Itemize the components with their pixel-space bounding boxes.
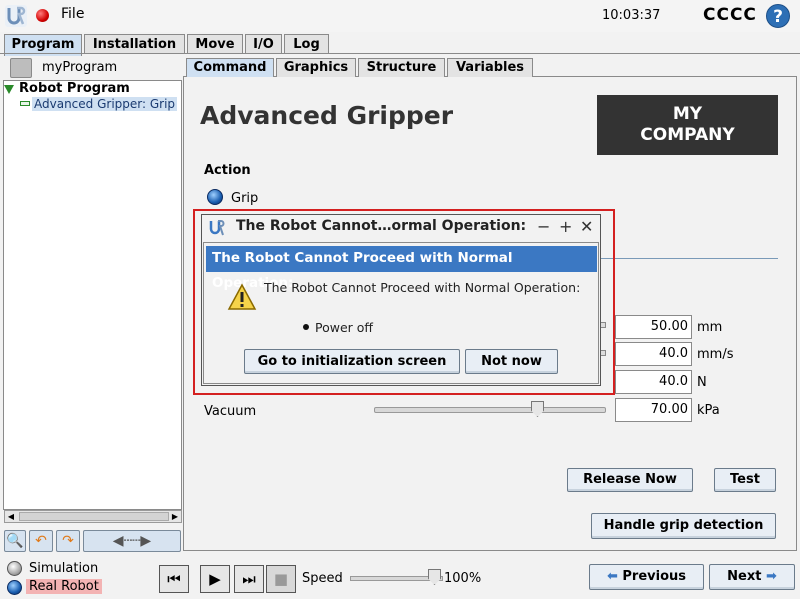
- previous-label: Previous: [622, 569, 687, 584]
- top-bar: [0, 0, 800, 32]
- maximize-icon[interactable]: +: [559, 217, 572, 236]
- undo-icon[interactable]: ↶: [29, 530, 53, 552]
- section-divider: [600, 258, 778, 259]
- tab-graphics[interactable]: Graphics: [276, 58, 356, 77]
- skip-to-start-icon[interactable]: ⏮: [159, 565, 189, 593]
- ur-logo-icon: [209, 220, 225, 236]
- play-icon[interactable]: ▶: [200, 565, 230, 593]
- tab-divider: [0, 53, 800, 54]
- dialog-reason: Power off: [315, 320, 374, 335]
- go-to-initialization-button[interactable]: Go to initialization screen: [244, 349, 460, 374]
- speed-field[interactable]: 40.0: [615, 342, 692, 366]
- action-label: Action: [204, 163, 251, 178]
- search-icon[interactable]: 🔍: [4, 530, 26, 552]
- grip-radio-button[interactable]: [207, 189, 223, 205]
- redo-icon[interactable]: ↷: [56, 530, 80, 552]
- tree-root-robot-program[interactable]: Robot Program: [19, 81, 130, 96]
- width-unit: mm: [697, 320, 723, 335]
- scroll-right-icon[interactable]: ▶: [169, 511, 181, 522]
- vacuum-field[interactable]: 70.00: [615, 398, 692, 422]
- tab-variables[interactable]: Variables: [447, 58, 533, 77]
- simulation-radio-button[interactable]: [7, 561, 22, 576]
- tab-move[interactable]: Move: [187, 34, 243, 54]
- tab-structure[interactable]: Structure: [358, 58, 445, 77]
- robot-name: CCCC: [703, 5, 757, 25]
- next-arrow-icon: ➡: [765, 569, 777, 584]
- bullet-icon: [303, 324, 309, 330]
- company-logo: MY COMPANY: [597, 95, 778, 155]
- release-now-button[interactable]: Release Now: [567, 468, 693, 492]
- company-logo-line1: MY: [672, 104, 703, 124]
- vacuum-unit: kPa: [697, 403, 720, 418]
- force-field[interactable]: 40.0: [615, 370, 692, 394]
- tab-installation[interactable]: Installation: [84, 34, 185, 54]
- tree-item-advanced-gripper[interactable]: Advanced Gripper: Grip: [32, 97, 178, 111]
- handle-grip-detection-button[interactable]: Handle grip detection: [591, 513, 776, 539]
- grip-radio-label: Grip: [231, 191, 259, 206]
- test-button[interactable]: Test: [714, 468, 776, 492]
- step-icon[interactable]: ⏭: [234, 565, 264, 593]
- next-button[interactable]: Next ➡: [709, 564, 795, 590]
- not-now-button[interactable]: Not now: [465, 349, 558, 374]
- warning-icon: [227, 283, 257, 310]
- vacuum-label: Vacuum: [204, 404, 257, 419]
- tab-command[interactable]: Command: [186, 58, 274, 77]
- dialog-message: The Robot Cannot Proceed with Normal Ope…: [264, 280, 581, 295]
- force-unit: N: [697, 375, 707, 390]
- speed-unit: mm/s: [697, 347, 734, 362]
- company-logo-line2: COMPANY: [640, 125, 735, 145]
- help-icon[interactable]: ?: [766, 4, 790, 28]
- clock: 10:03:37: [602, 8, 661, 23]
- tab-io[interactable]: I/O: [245, 34, 282, 54]
- stop-icon[interactable]: ■: [266, 565, 296, 593]
- program-tree[interactable]: [3, 80, 182, 510]
- close-icon[interactable]: ✕: [580, 217, 593, 236]
- dialog-window-title: The Robot Cannot…ormal Operation:: [236, 218, 527, 234]
- program-name: myProgram: [42, 60, 118, 75]
- tree-horizontal-scrollbar[interactable]: ◀ ▶: [4, 510, 182, 523]
- speed-slider-thumb[interactable]: [428, 569, 441, 585]
- real-robot-label: Real Robot: [26, 579, 102, 594]
- previous-arrow-icon: ⬅: [606, 569, 618, 584]
- speed-value: 100%: [444, 571, 482, 586]
- scroll-thumb[interactable]: [19, 512, 169, 521]
- dialog-header: The Robot Cannot Proceed with Normal Ope…: [206, 246, 597, 291]
- program-file-icon: [10, 58, 32, 78]
- tab-log[interactable]: Log: [284, 34, 329, 54]
- width-field[interactable]: 50.00: [615, 315, 692, 339]
- tree-node-icon: [20, 101, 30, 106]
- simulation-label: Simulation: [29, 561, 99, 576]
- previous-button[interactable]: ⬅ Previous: [589, 564, 704, 590]
- scroll-left-icon[interactable]: ◀: [5, 511, 17, 522]
- tree-expand-icon[interactable]: [4, 85, 14, 94]
- ur-logo-icon: [5, 5, 27, 27]
- move-node-arrows-icon[interactable]: ◀┄┄▶: [83, 530, 181, 552]
- page-title: Advanced Gripper: [200, 101, 454, 130]
- speed-label: Speed: [302, 571, 343, 586]
- file-menu[interactable]: File: [61, 6, 84, 22]
- vacuum-slider[interactable]: [374, 407, 606, 413]
- real-robot-radio-button[interactable]: [7, 580, 22, 595]
- next-label: Next: [727, 569, 762, 584]
- minimize-icon[interactable]: −: [537, 217, 550, 236]
- record-indicator-icon: [36, 9, 49, 22]
